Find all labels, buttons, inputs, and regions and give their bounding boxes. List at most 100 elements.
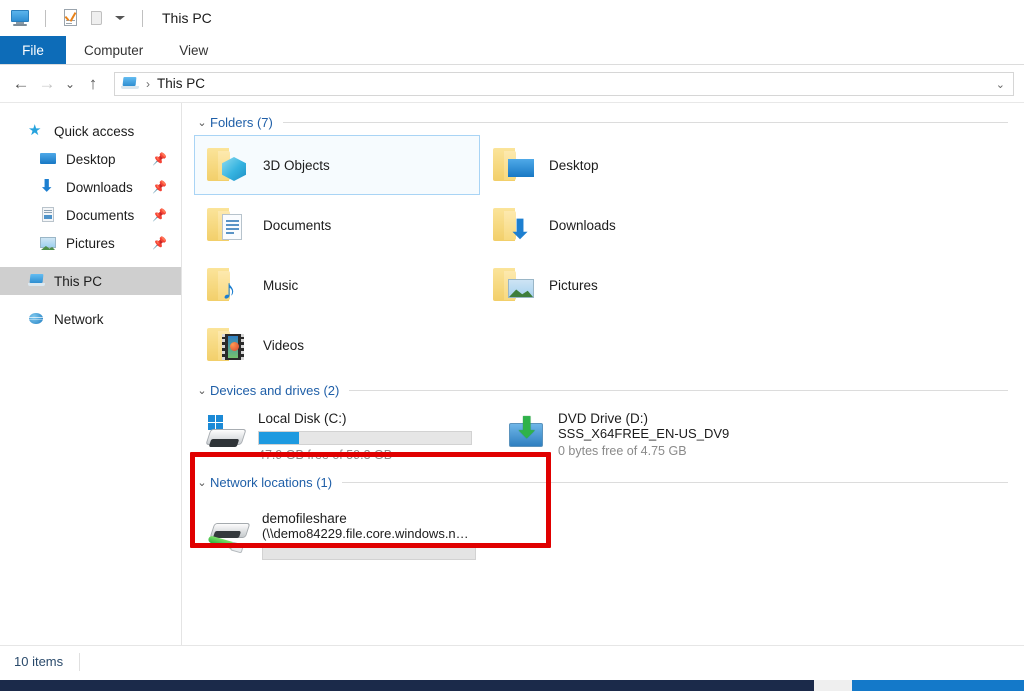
folder-tile-music[interactable]: ♪ Music <box>194 255 480 315</box>
drive-name-dvd: DVD Drive (D:) <box>558 411 648 426</box>
chevron-down-icon-devices[interactable]: ⌄ <box>194 384 210 397</box>
this-pc-icon <box>28 273 45 289</box>
file-explorer-window: This PC File Computer View ← → ⌄ ↑ › Thi… <box>0 0 1024 691</box>
network-path-demofileshare: (\\demo84229.file.core.windows.n… <box>262 526 469 541</box>
folder-label-pictures: Pictures <box>549 277 598 293</box>
sidebar-label-this-pc: This PC <box>54 273 103 289</box>
group-header-folders[interactable]: ⌄ Folders (7) <box>194 115 1008 130</box>
devices-grid: Local Disk (C:) 47.9 GB free of 59.3 GB … <box>194 403 1008 467</box>
this-pc-icon[interactable] <box>10 9 30 27</box>
star-icon: ★ <box>28 122 42 139</box>
taskbar-gap <box>814 680 852 691</box>
network-drive-text: demofileshare (\\demo84229.file.core.win… <box>262 509 476 562</box>
folder-downloads-icon: ⬇ <box>491 205 535 245</box>
network-grid: demofileshare (\\demo84229.file.core.win… <box>194 495 1008 562</box>
folder-label-downloads: Downloads <box>549 217 616 233</box>
capacity-bar-fill <box>259 432 300 444</box>
customize-dropdown-icon[interactable] <box>113 10 127 26</box>
network-tile-demofileshare[interactable]: demofileshare (\\demo84229.file.core.win… <box>194 495 494 562</box>
folder-label-3d-objects: 3D Objects <box>263 157 330 173</box>
group-title-network: Network locations (1) <box>210 475 333 490</box>
folder-tile-documents[interactable]: Documents <box>194 195 480 255</box>
drive-tile-dvd[interactable]: ⬇ DVD Drive (D:) SSS_X64FREE_EN-US_DV9 0… <box>494 403 794 467</box>
breadcrumb-separator: › <box>146 76 150 91</box>
properties-icon[interactable] <box>61 9 81 27</box>
local-disk-icon <box>204 413 250 455</box>
sidebar-label-pictures: Pictures <box>66 235 115 251</box>
status-item-count: 10 items <box>14 654 64 669</box>
tab-view[interactable]: View <box>161 36 226 64</box>
drive-name-local-disk: Local Disk (C:) <box>258 411 347 426</box>
up-button[interactable]: ↑ <box>80 71 106 97</box>
sidebar-item-this-pc[interactable]: This PC <box>0 267 181 295</box>
title-bar: This PC <box>0 0 1024 36</box>
group-rule-network <box>342 482 1008 483</box>
taskbar-active-segment <box>852 680 1024 691</box>
pin-icon-documents[interactable]: 📌 <box>152 208 167 222</box>
tab-computer[interactable]: Computer <box>66 36 161 64</box>
sidebar-item-pictures[interactable]: Pictures 📌 <box>0 229 181 257</box>
tab-file[interactable]: File <box>0 36 66 64</box>
address-this-pc-icon <box>121 76 139 91</box>
chevron-down-icon-folders[interactable]: ⌄ <box>194 116 210 129</box>
drive-free-dvd: 0 bytes free of 4.75 GB <box>558 444 687 458</box>
capacity-bar-demofileshare <box>262 546 476 560</box>
chevron-down-icon-network[interactable]: ⌄ <box>194 476 210 489</box>
forward-button[interactable]: → <box>34 71 60 97</box>
sidebar-label-desktop: Desktop <box>66 151 116 167</box>
sidebar-item-quick-access[interactable]: ★ Quick access <box>0 117 181 145</box>
folder-documents-icon <box>205 205 249 245</box>
pin-icon-pictures[interactable]: 📌 <box>152 236 167 250</box>
folder-label-videos: Videos <box>263 337 305 353</box>
sidebar-item-documents[interactable]: Documents 📌 <box>0 201 181 229</box>
group-rule-devices <box>349 390 1008 391</box>
address-bar[interactable]: › This PC ⌄ <box>114 71 1014 96</box>
desktop-icon <box>40 151 57 167</box>
dvd-drive-icon: ⬇ <box>504 413 550 455</box>
sidebar-item-desktop[interactable]: Desktop 📌 <box>0 145 181 173</box>
status-divider <box>79 652 81 671</box>
sidebar-label-documents: Documents <box>66 207 135 223</box>
group-title-folders: Folders (7) <box>210 115 273 130</box>
folder-tile-3d-objects[interactable]: 3D Objects <box>194 135 480 195</box>
navigation-pane: ★ Quick access Desktop 📌 ⬇ Downloads 📌 D… <box>0 103 182 672</box>
chevron-down-icon[interactable]: ⌄ <box>996 78 1005 91</box>
new-folder-icon[interactable] <box>87 9 107 27</box>
sidebar-item-downloads[interactable]: ⬇ Downloads 📌 <box>0 173 181 201</box>
drive-free-local-disk: 47.9 GB free of 59.3 GB <box>258 448 393 462</box>
sidebar-item-network[interactable]: Network <box>0 305 181 333</box>
folders-grid: 3D Objects Desktop Documents ⬇ Downloads… <box>194 135 1008 375</box>
documents-icon <box>40 207 57 223</box>
folder-tile-desktop[interactable]: Desktop <box>480 135 766 195</box>
group-rule-folders <box>282 122 1008 123</box>
local-disk-text: Local Disk (C:) 47.9 GB free of 59.3 GB <box>258 409 472 462</box>
folder-tile-pictures[interactable]: Pictures <box>480 255 766 315</box>
pictures-icon <box>40 235 57 251</box>
window-title: This PC <box>162 10 212 26</box>
ribbon-tab-bar: File Computer View <box>0 36 1024 65</box>
folder-label-desktop: Desktop <box>549 157 599 173</box>
capacity-bar-local-disk <box>258 431 472 445</box>
network-drive-icon <box>204 515 256 559</box>
group-header-devices[interactable]: ⌄ Devices and drives (2) <box>194 383 1008 398</box>
group-header-network[interactable]: ⌄ Network locations (1) <box>194 475 1008 490</box>
toolbar-divider-2 <box>142 9 143 27</box>
pin-icon-desktop[interactable]: 📌 <box>152 152 167 166</box>
folder-music-icon: ♪ <box>205 265 249 305</box>
drive-subtitle-dvd: SSS_X64FREE_EN-US_DV9 <box>558 426 730 441</box>
drive-tile-local-disk[interactable]: Local Disk (C:) 47.9 GB free of 59.3 GB <box>194 403 494 467</box>
explorer-body: ★ Quick access Desktop 📌 ⬇ Downloads 📌 D… <box>0 102 1024 672</box>
folder-pictures-icon <box>491 265 535 305</box>
recent-locations-button[interactable]: ⌄ <box>60 71 80 97</box>
toolbar-divider <box>45 9 46 27</box>
downloads-icon: ⬇ <box>40 178 54 195</box>
folder-tile-videos[interactable]: Videos <box>194 315 480 375</box>
pin-icon-downloads[interactable]: 📌 <box>152 180 167 194</box>
folder-tile-downloads[interactable]: ⬇ Downloads <box>480 195 766 255</box>
breadcrumb-this-pc[interactable]: This PC <box>157 76 205 91</box>
network-name-demofileshare: demofileshare <box>262 511 347 526</box>
folder-label-music: Music <box>263 277 299 293</box>
back-button[interactable]: ← <box>8 71 34 97</box>
